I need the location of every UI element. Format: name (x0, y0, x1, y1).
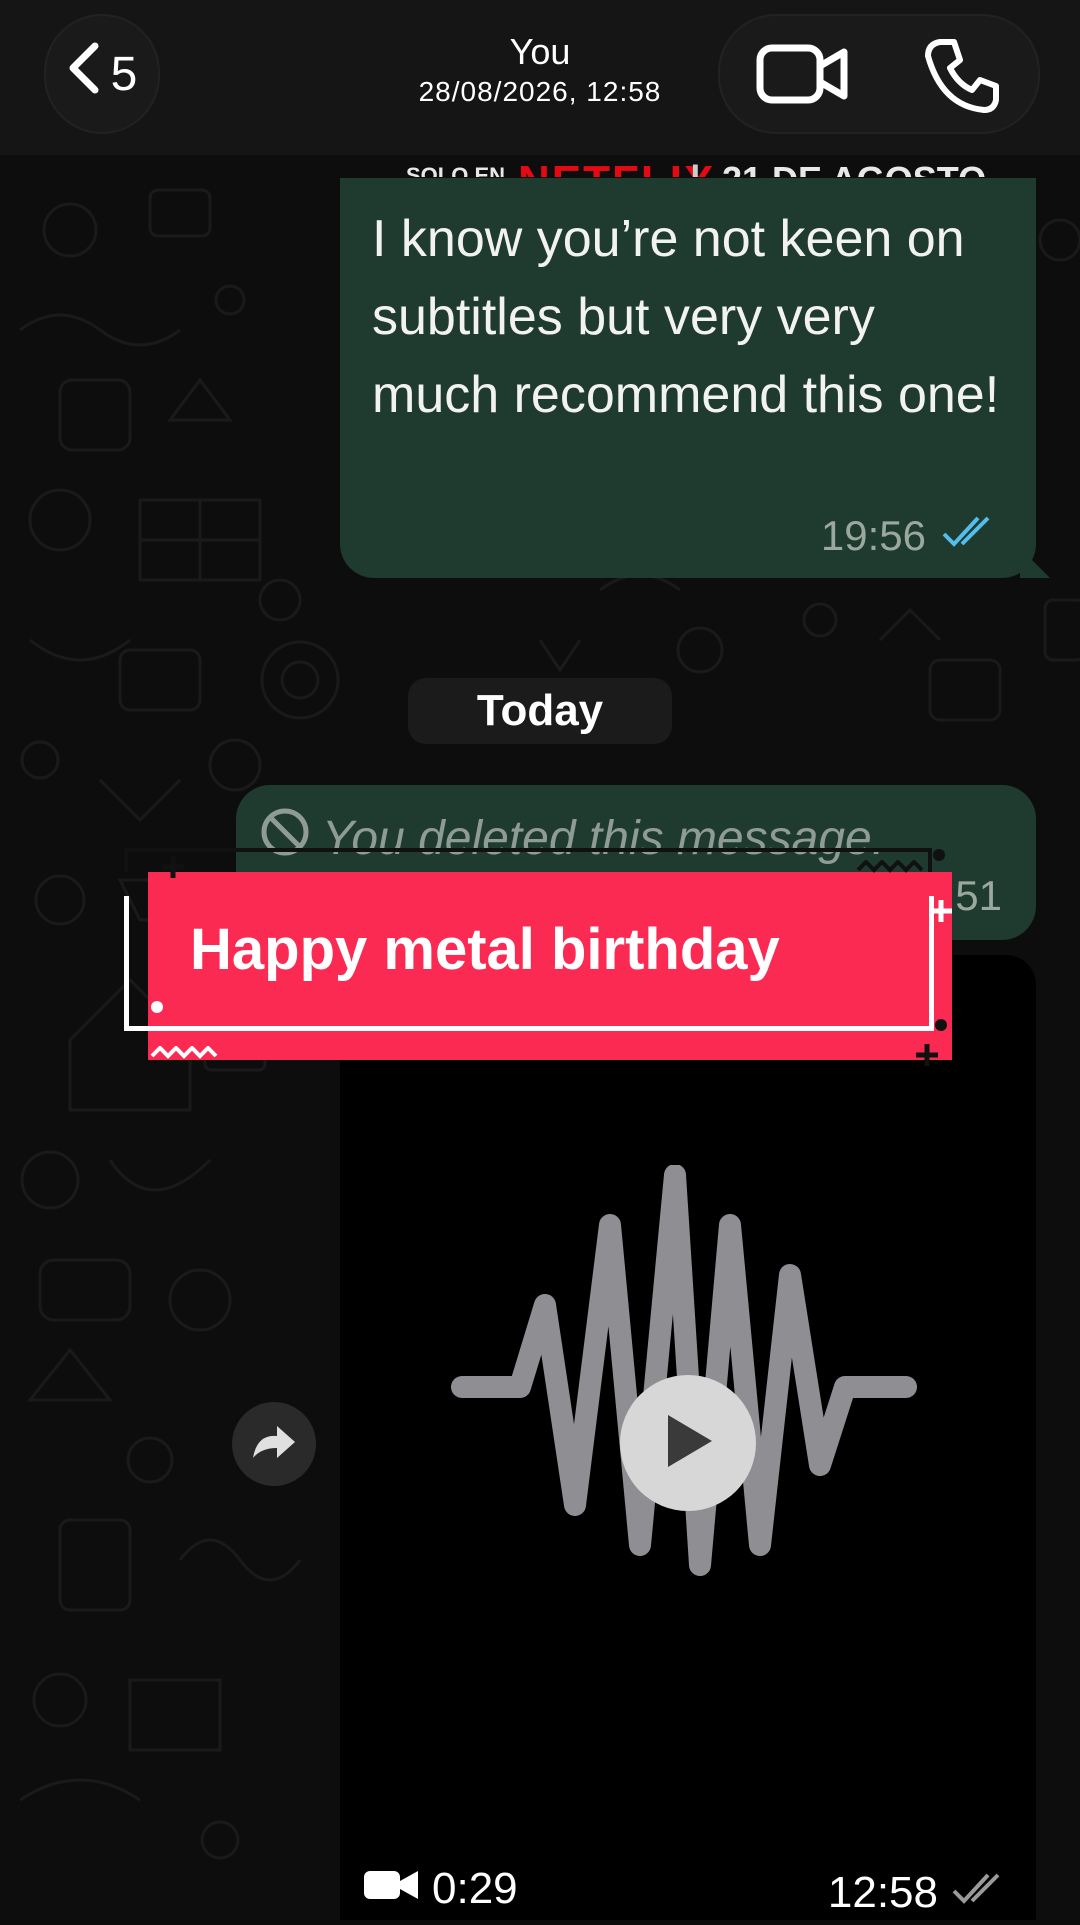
banner-netflix: NETFLIX (518, 157, 715, 177)
bubble-tail (1020, 548, 1050, 578)
birthday-sticker: Happy metal birthday (120, 846, 952, 1066)
dot-icon (933, 849, 945, 861)
outgoing-message[interactable]: I know you’re not keen on subtitles but … (340, 178, 1050, 578)
banner-solo: SOLO EN (406, 163, 506, 177)
date-divider: Today (408, 678, 672, 744)
dot-icon (151, 1001, 163, 1013)
dot-icon (935, 1019, 947, 1031)
message-meta: 19:56 (821, 512, 1002, 560)
contact-name: You (509, 31, 571, 72)
message-time: 19:56 (820, 512, 926, 559)
play-button[interactable] (620, 1375, 756, 1511)
chat-header: 5 You 28/08/2026, 12:58 (0, 0, 1080, 155)
sticker-text: Happy metal birthday (190, 917, 780, 982)
message-time: 12:58 (827, 1868, 938, 1917)
play-icon (660, 1411, 716, 1476)
plus-icon (916, 1044, 938, 1066)
video-duration-row: 0:29 (362, 1864, 518, 1914)
shared-image-remnant[interactable]: SOLO EN NETFLIX | 21 DE AGOSTO (400, 155, 1000, 177)
video-duration: 0:29 (432, 1864, 518, 1913)
zigzag-icon (150, 1046, 218, 1059)
last-seen: 28/08/2026, 12:58 (418, 76, 662, 107)
unread-count: 5 (110, 47, 138, 101)
plus-icon (162, 856, 184, 878)
phone-icon[interactable] (922, 36, 1002, 121)
video-camera-icon (362, 1864, 420, 1914)
video-meta: 12:58 (828, 1868, 1012, 1918)
forward-button[interactable] (232, 1402, 316, 1486)
video-message[interactable]: 0:29 12:58 (340, 955, 1036, 1920)
forward-icon (251, 1422, 297, 1467)
contact-info[interactable]: You 28/08/2026, 12:58 (380, 30, 700, 110)
banner-separator: | (690, 159, 701, 177)
call-buttons (718, 14, 1040, 134)
chevron-left-icon (67, 42, 101, 106)
plus-icon (930, 900, 952, 922)
banner-date: 21 DE AGOSTO (722, 159, 986, 177)
sticker-frame-top (124, 848, 932, 872)
back-button[interactable]: 5 (44, 14, 160, 134)
video-camera-icon[interactable] (756, 42, 850, 111)
zigzag-icon (856, 860, 924, 873)
double-check-icon (950, 1868, 1012, 1918)
double-check-icon (940, 512, 1002, 560)
message-text: I know you’re not keen on subtitles but … (372, 210, 1000, 424)
